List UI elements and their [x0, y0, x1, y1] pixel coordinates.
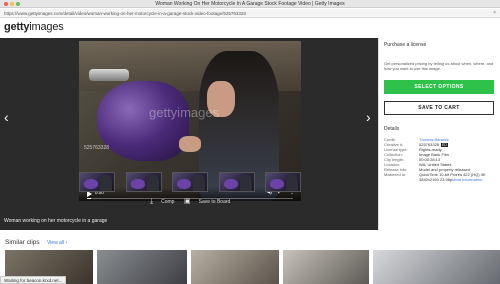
progress-fill [87, 198, 92, 199]
title-bar: Woman Working On Her Motorcycle In A Gar… [0, 0, 500, 8]
video-thumbnail[interactable] [172, 172, 208, 192]
previous-arrow-icon[interactable]: ‹ [4, 110, 9, 124]
address-bar[interactable]: https://www.gettyimages.com/detail/video… [0, 9, 500, 18]
woman-figure-shape [100, 175, 112, 191]
chrome-handlebar-shape [89, 69, 129, 81]
logo-bold-text: getty [4, 21, 30, 33]
url-text[interactable]: https://www.gettyimages.com/detail/video… [4, 11, 246, 16]
clip-id-overlay: 525763328 [84, 145, 110, 151]
woman-figure-shape [193, 175, 205, 191]
motorcycle-tank-shape [177, 179, 191, 189]
motorcycle-tank-shape [223, 179, 238, 189]
license-panel: Purchase a license Get personalized pric… [378, 38, 500, 230]
save-to-board-button[interactable]: ▣ Save to Board [184, 198, 230, 206]
save-to-board-label: Save to Board [198, 199, 231, 205]
motorcycle-tank-shape [84, 179, 98, 189]
motorcycle-tank-shape [270, 179, 284, 189]
gettyimages-logo[interactable]: gettyimages [4, 21, 64, 34]
logo-light-text: images [29, 21, 64, 33]
similar-clips-strip [0, 250, 500, 284]
detail-value: 3840x2160 23.98pMore information [419, 177, 482, 182]
board-icon: ▣ [184, 198, 191, 205]
woman-figure-shape [146, 175, 159, 191]
details-title: Details [384, 126, 400, 132]
purchase-title: Purchase a license [384, 42, 427, 48]
purchase-description: Get personalized pricing by telling us a… [384, 61, 494, 71]
browser-status-bar: Waiting for beacon.krxd.net... [0, 276, 67, 284]
site-header: gettyimages [0, 18, 500, 38]
details-list: Credit: Thomas Barwick Creative #: 52576332… [384, 137, 500, 182]
video-thumbnail[interactable] [265, 172, 301, 192]
browser-window: Woman Working On Her Motorcycle In A Gar… [0, 0, 500, 284]
select-options-button[interactable]: SELECT OPTIONS [384, 80, 494, 94]
media-caption: Woman working on her motorcycle in a gar… [4, 218, 108, 224]
video-thumbnail[interactable] [218, 172, 255, 192]
similar-clip-thumbnail[interactable] [191, 250, 279, 284]
similar-clip-thumbnail[interactable] [97, 250, 187, 284]
woman-figure-shape [239, 175, 252, 191]
comp-label: Comp [161, 199, 175, 205]
motorcycle-tank-shape [130, 179, 145, 189]
similar-clip-thumbnail[interactable] [373, 250, 500, 284]
next-arrow-icon[interactable]: › [366, 110, 371, 124]
watermark: gettyimages [149, 105, 220, 120]
detail-value-text: 3840x2160 23.98p [419, 177, 453, 182]
video-thumbnail[interactable] [79, 172, 115, 192]
window-title: Woman Working On Her Motorcycle In A Gar… [155, 1, 345, 7]
woman-figure-shape [286, 175, 298, 191]
save-to-cart-button[interactable]: SAVE TO CART [384, 101, 494, 115]
comp-button[interactable]: ⤓ Comp [150, 198, 174, 206]
similar-clips-title: Similar clips [5, 239, 40, 246]
view-all-link[interactable]: View all › [47, 239, 67, 247]
download-icon: ⤓ [150, 198, 154, 205]
stop-loading-icon[interactable]: × [493, 10, 496, 16]
thumbnail-strip [79, 172, 301, 194]
media-panel: ‹ › gettyimages 525763328 0:00 ◀) ⤢ ⋮ ⤓ C [0, 38, 378, 230]
detail-row: 3840x2160 23.98pMore information [384, 177, 500, 182]
similar-clip-thumbnail[interactable] [283, 250, 369, 284]
more-information-link[interactable]: More information [452, 177, 482, 182]
video-thumbnail[interactable] [125, 172, 162, 192]
hand-shape [179, 136, 201, 152]
